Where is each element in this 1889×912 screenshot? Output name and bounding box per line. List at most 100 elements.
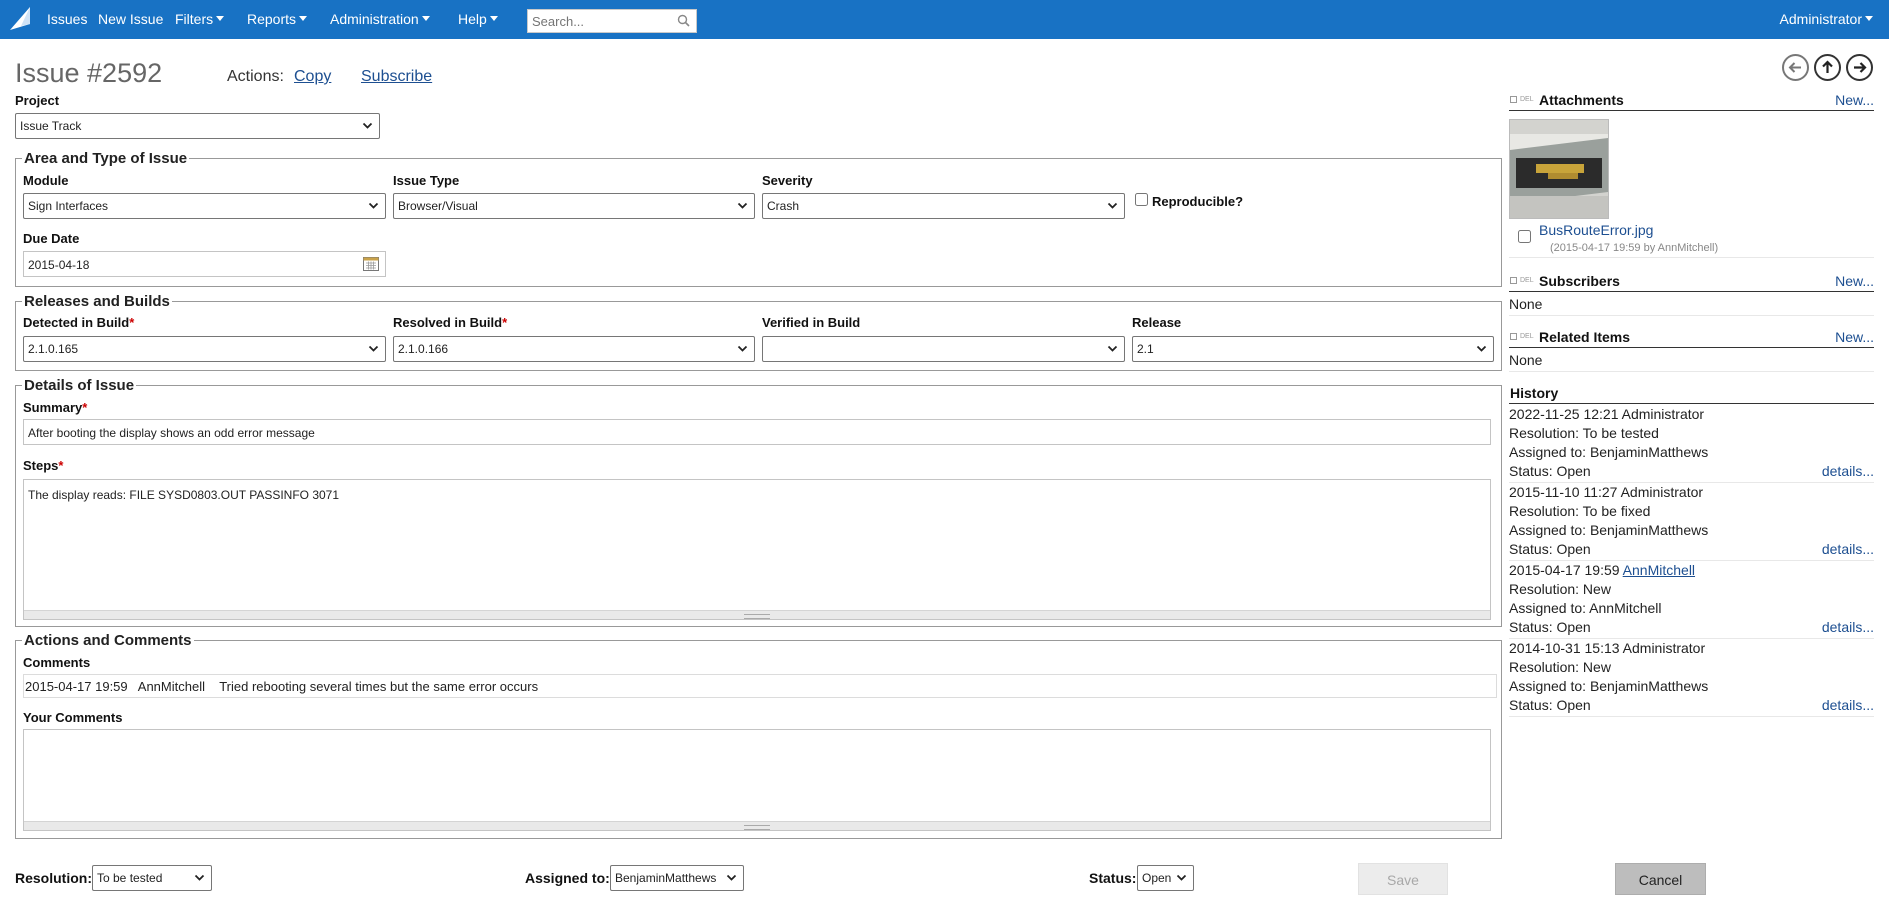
subscribers-header: DEL Subscribers New... (1509, 272, 1874, 292)
collapse-toggle-icon[interactable] (1510, 277, 1517, 284)
app-logo-icon[interactable] (8, 6, 32, 32)
divider (1509, 560, 1874, 561)
summary-label: Summary* (23, 400, 87, 415)
history-entry-assigned: Assigned to: AnnMitchell (1509, 600, 1662, 616)
detected-build-select[interactable]: 2.1.0.165 (23, 336, 386, 362)
verified-build-select[interactable] (762, 336, 1125, 362)
release-label: Release (1132, 315, 1181, 330)
severity-select[interactable]: Crash (762, 193, 1125, 219)
assigned-label: Assigned to: (525, 870, 610, 886)
history-entry-header: 2015-11-10 11:27 Administrator (1509, 484, 1703, 500)
comments-legend: Actions and Comments (22, 632, 194, 649)
attachment-file-link[interactable]: BusRouteError.jpg (1539, 222, 1653, 238)
history-user-link[interactable]: AnnMitchell (1623, 562, 1695, 578)
attachments-title: Attachments (1539, 92, 1624, 108)
chevron-down-icon (1476, 343, 1487, 354)
steps-textarea[interactable]: The display reads: FILE SYSD0803.OUT PAS… (23, 479, 1491, 620)
nav-help-label: Help (458, 11, 487, 27)
history-entry-header: 2022-11-25 12:21 Administrator (1509, 406, 1704, 422)
reproducible-checkbox[interactable] (1135, 193, 1148, 206)
steps-label-text: Steps (23, 458, 58, 473)
your-comments-textarea[interactable] (23, 729, 1491, 831)
detected-build-value: 2.1.0.165 (28, 342, 78, 356)
collapse-toggle-icon[interactable] (1510, 96, 1517, 103)
project-label: Project (15, 93, 59, 108)
nav-reports[interactable]: Reports (247, 11, 307, 27)
resolution-value: To be tested (97, 871, 162, 885)
cancel-button[interactable]: Cancel (1615, 863, 1706, 895)
top-nav-bar: Issues New Issue Filters Reports Adminis… (0, 0, 1889, 39)
history-entry-date: 2015-04-17 19:59 (1509, 562, 1620, 578)
chevron-down-icon (490, 16, 498, 21)
assigned-value: BenjaminMatthews (615, 871, 716, 885)
history-entry-status: Status: Open (1509, 619, 1591, 635)
attachments-header: DEL Attachments New... (1509, 91, 1874, 111)
attachment-thumbnail[interactable] (1509, 119, 1609, 219)
nav-administration-label: Administration (330, 11, 419, 27)
summary-input[interactable]: After booting the display shows an odd e… (23, 419, 1491, 445)
status-select[interactable]: Open (1137, 865, 1194, 891)
related-items-none: None (1509, 350, 1874, 372)
related-items-title: Related Items (1539, 329, 1630, 345)
nav-issues[interactable]: Issues (47, 11, 87, 27)
verified-build-label: Verified in Build (762, 315, 860, 330)
resolution-select[interactable]: To be tested (92, 865, 212, 891)
history-header: History (1509, 384, 1874, 404)
nav-administration[interactable]: Administration (330, 11, 430, 27)
new-subscriber-link[interactable]: New... (1835, 273, 1874, 289)
chevron-down-icon (216, 16, 224, 21)
history-details-link[interactable]: details... (1822, 697, 1874, 713)
issue-type-select[interactable]: Browser/Visual (393, 193, 755, 219)
resize-handle[interactable] (24, 821, 1490, 830)
attachment-checkbox[interactable] (1518, 230, 1531, 243)
previous-issue-button[interactable] (1782, 54, 1809, 81)
subscribe-link[interactable]: Subscribe (361, 68, 432, 86)
resolved-build-select[interactable]: 2.1.0.166 (393, 336, 755, 362)
copy-link[interactable]: Copy (294, 68, 331, 86)
due-date-field[interactable]: 2015-04-18 (23, 251, 386, 277)
user-name: Administrator (1780, 11, 1862, 27)
up-to-list-button[interactable] (1814, 54, 1841, 81)
summary-label-text: Summary (23, 400, 82, 415)
comment-user: AnnMitchell (138, 679, 205, 694)
assigned-select[interactable]: BenjaminMatthews (610, 865, 744, 891)
search-icon[interactable] (677, 14, 690, 27)
save-button[interactable]: Save (1358, 863, 1448, 895)
subscribers-none: None (1509, 294, 1874, 316)
history-details-link[interactable]: details... (1822, 463, 1874, 479)
divider (1509, 638, 1874, 639)
history-entry-resolution: Resolution: To be tested (1509, 425, 1659, 441)
new-related-link[interactable]: New... (1835, 329, 1874, 345)
history-entry-assigned: Assigned to: BenjaminMatthews (1509, 444, 1708, 460)
history-entry-header: 2014-10-31 15:13 Administrator (1509, 640, 1705, 656)
chevron-down-icon (368, 343, 379, 354)
history-details-link[interactable]: details... (1822, 541, 1874, 557)
summary-value: After booting the display shows an odd e… (28, 426, 315, 440)
del-label: DEL (1520, 96, 1534, 103)
attachment-meta: (2015-04-17 19:59 by AnnMitchell) (1550, 242, 1718, 254)
photo-thumbnail-icon (1510, 120, 1608, 218)
search-input[interactable] (528, 10, 668, 32)
reproducible-label: Reproducible? (1152, 194, 1243, 209)
resize-handle[interactable] (24, 610, 1490, 619)
calendar-icon[interactable] (363, 256, 379, 271)
nav-filters[interactable]: Filters (175, 11, 224, 27)
your-comments-label: Your Comments (23, 710, 122, 725)
nav-help[interactable]: Help (458, 11, 498, 27)
release-select[interactable]: 2.1 (1132, 336, 1494, 362)
history-entry-status: Status: Open (1509, 697, 1591, 713)
steps-label: Steps* (23, 458, 63, 473)
search-box (527, 9, 697, 33)
chevron-down-icon (299, 16, 307, 21)
next-issue-button[interactable] (1846, 54, 1873, 81)
user-menu[interactable]: Administrator (1780, 11, 1873, 27)
releases-builds-legend: Releases and Builds (22, 293, 172, 310)
module-select[interactable]: Sign Interfaces (23, 193, 386, 219)
collapse-toggle-icon[interactable] (1510, 333, 1517, 340)
history-details-link[interactable]: details... (1822, 619, 1874, 635)
chevron-down-icon (1107, 200, 1118, 211)
new-attachment-link[interactable]: New... (1835, 92, 1874, 108)
nav-new-issue[interactable]: New Issue (98, 11, 163, 27)
project-select[interactable]: Issue Track (15, 113, 380, 139)
severity-value: Crash (767, 199, 799, 213)
